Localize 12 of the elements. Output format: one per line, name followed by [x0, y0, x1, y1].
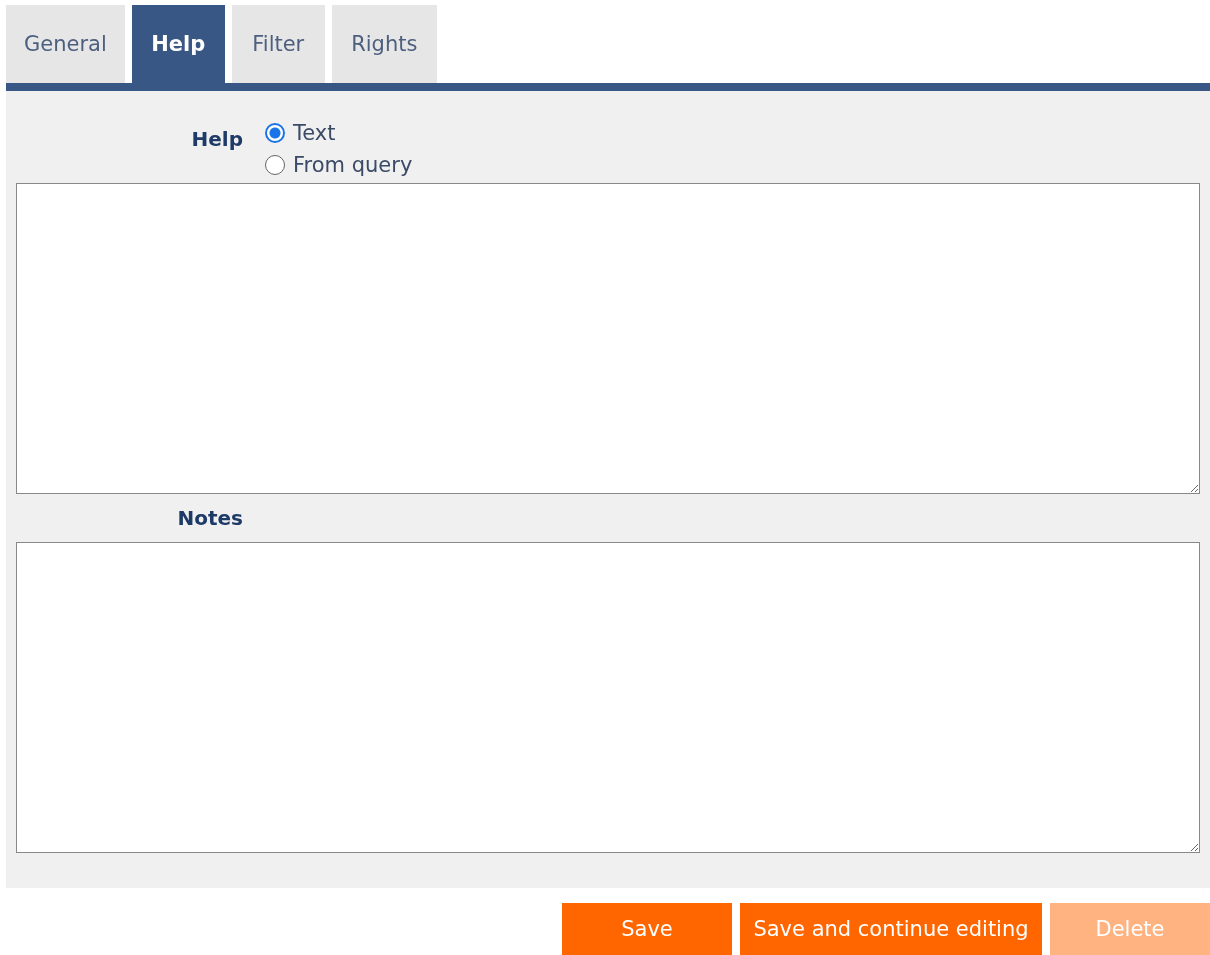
- action-button[interactable]: Save and continue editing: [740, 903, 1042, 955]
- field-label: Help: [190, 127, 243, 153]
- tab[interactable]: Help: [131, 5, 225, 83]
- tab[interactable]: General: [6, 5, 125, 83]
- field-label: Notes: [176, 506, 243, 530]
- action-button[interactable]: Save: [562, 903, 732, 955]
- tab[interactable]: Rights: [331, 5, 437, 83]
- tab[interactable]: Filter: [231, 5, 325, 83]
- radio-label: Text: [293, 121, 336, 145]
- radio-label: From query: [293, 153, 413, 177]
- radio-button[interactable]: [265, 155, 285, 175]
- radio-button[interactable]: [265, 123, 285, 143]
